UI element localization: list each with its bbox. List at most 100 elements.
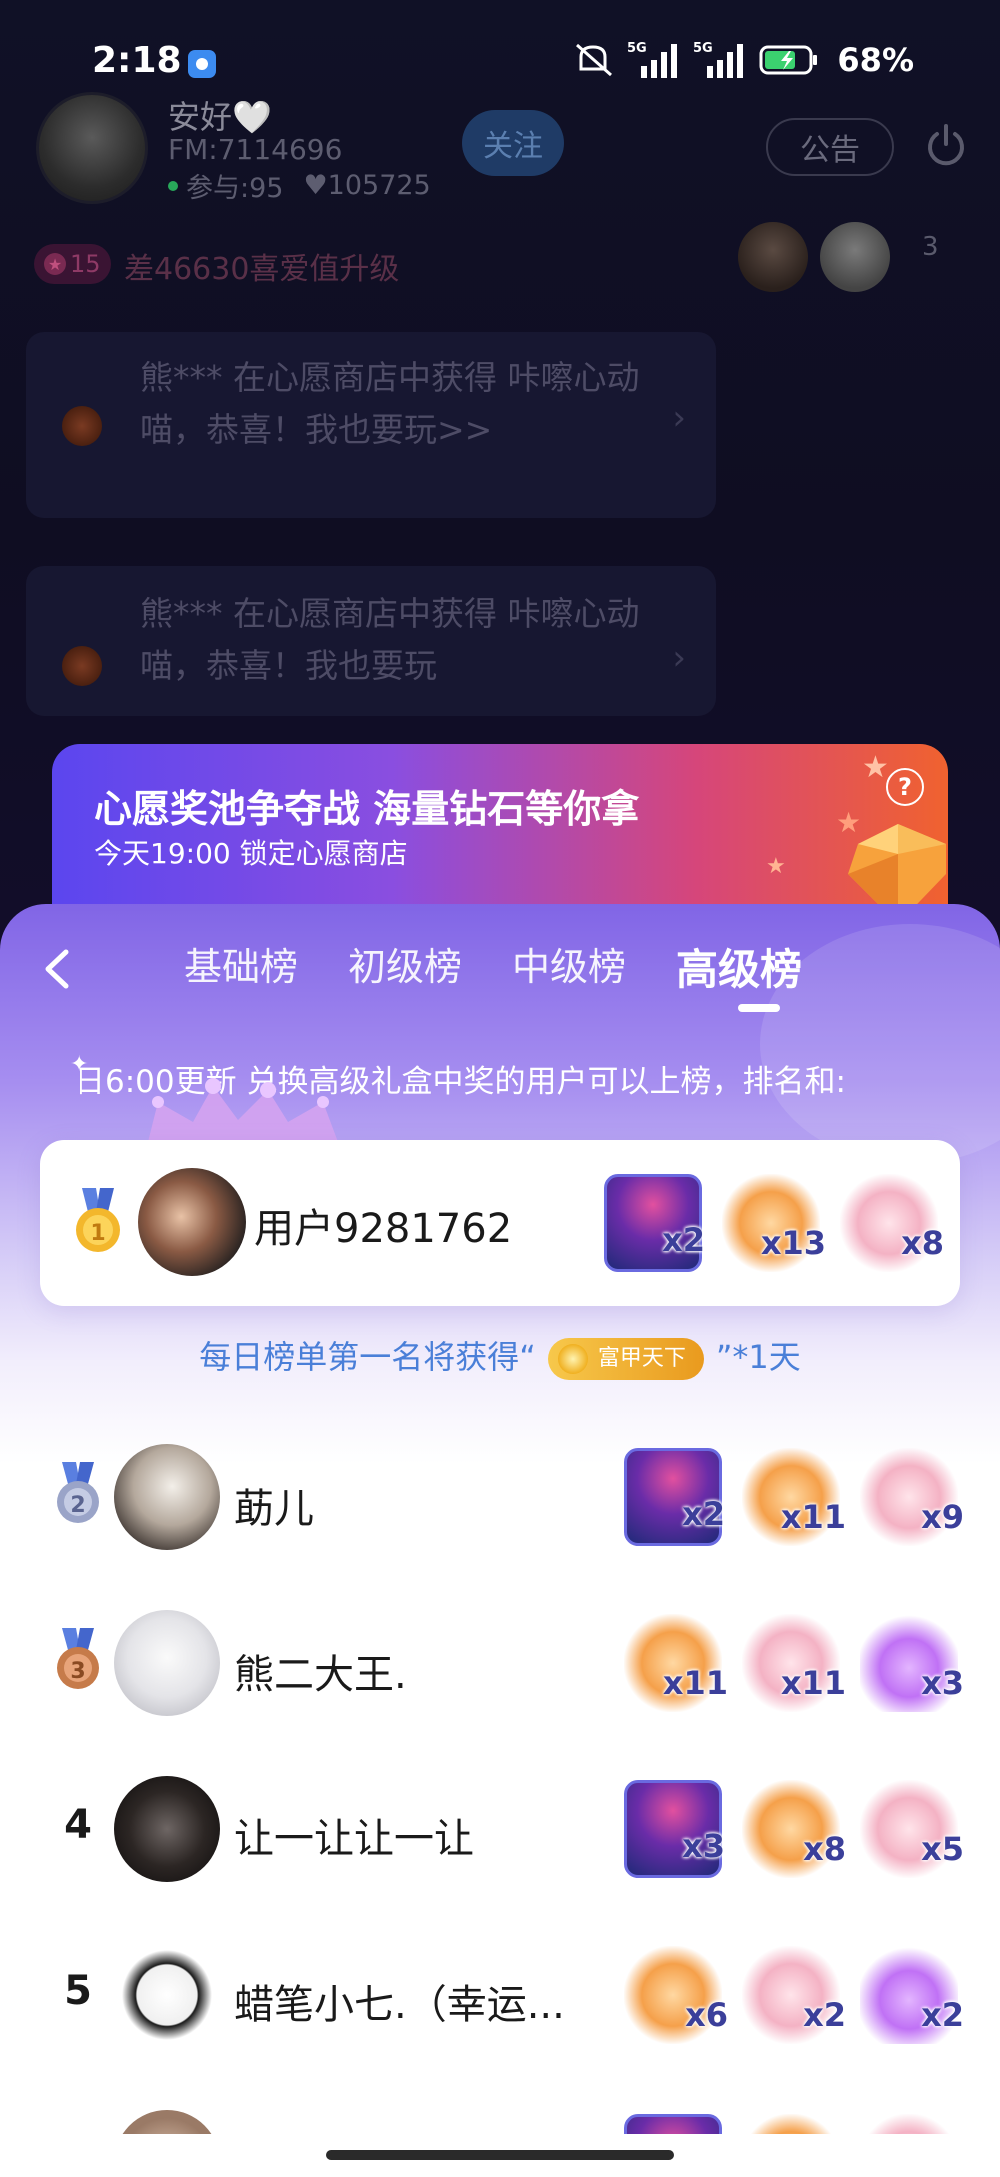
gift-icon <box>62 406 102 446</box>
chat-message-card[interactable]: 熊*** 在心愿商店中获得 咔嚓心动喵，恭喜！我也要玩>> › <box>26 332 716 518</box>
user-name: 让一让让一让 <box>234 1816 474 1862</box>
gift-count: x3 <box>921 1664 964 1702</box>
star-decoration-icon: ★ <box>862 750 889 785</box>
host-name: 安好🤍 <box>168 98 272 136</box>
gift-count: x13 <box>760 1224 826 1262</box>
chevron-right-icon: › <box>672 398 686 438</box>
gift-icon <box>62 646 102 686</box>
rank-number: 1 <box>90 1221 105 1246</box>
gift-count: x9 <box>921 1498 964 1536</box>
host-stats: 参与:95 ♥105725 <box>168 166 431 205</box>
user-avatar[interactable] <box>114 1610 220 1716</box>
home-indicator[interactable] <box>326 2150 674 2160</box>
silver-medal-icon: 2 <box>50 1462 106 1530</box>
host-participants: 参与:95 <box>186 173 284 204</box>
gift-count: x2 <box>921 1996 964 2034</box>
mute-icon <box>575 43 615 77</box>
host-avatar[interactable] <box>36 92 148 204</box>
angel-bear-gift-icon: x11 <box>742 1614 846 1712</box>
notice-button[interactable]: 公告 <box>766 118 894 176</box>
gift-count: x11 <box>780 1664 846 1702</box>
cupid-heart-gift-icon: x3 <box>860 1614 964 1712</box>
app-notification-icon <box>188 50 216 78</box>
angel-bear-gift-icon: x5 <box>860 1780 964 1878</box>
tab-intermediate[interactable]: 中级榜 <box>512 936 626 997</box>
reward-suffix: ”*1天 <box>715 1338 801 1376</box>
level-badge: ★ 15 <box>34 244 111 284</box>
rank-number: 2 <box>70 1493 85 1518</box>
chat-message-text: 熊*** 在心愿商店中获得 咔嚓心动喵，恭喜！我也要玩>> <box>140 358 640 449</box>
gift-count: x6 <box>685 1996 728 2034</box>
user-avatar[interactable] <box>138 1168 246 1276</box>
host-fm-id: FM:7114696 <box>168 133 343 166</box>
user-name: 莇儿 <box>234 1486 314 1532</box>
angel-bear-gift-icon: x2 <box>742 1946 846 2044</box>
leaderboard-sheet: 基础榜 初级榜 中级榜 高级榜 ✦ 日6:00更新 兑换高级礼盒中奖的用户可以上… <box>0 904 1000 2177</box>
reward-prefix: 每日榜单第一名将获得“ <box>199 1338 536 1376</box>
user-avatar[interactable] <box>114 1942 220 2048</box>
rank-number: 5 <box>64 1968 92 2014</box>
banner-subtitle: 今天19:00 锁定心愿商店 <box>94 837 408 870</box>
dj-girl-gift-icon: x2 <box>624 1448 725 1546</box>
gift-count: x5 <box>921 1830 964 1868</box>
help-icon[interactable]: ? <box>886 768 924 806</box>
angel-bear-gift-icon: x8 <box>840 1174 944 1272</box>
user-avatar[interactable] <box>114 1444 220 1550</box>
battery-icon <box>759 43 819 77</box>
camera-cat-gift-icon: x13 <box>722 1174 826 1272</box>
back-arrow-icon[interactable] <box>40 944 74 998</box>
status-time: 2:18 <box>92 40 182 81</box>
wish-pool-banner[interactable]: 心愿奖池争夺战 海量钻石等你拿 今天19:00 锁定心愿商店 ? ★ ★ ★ <box>52 744 948 924</box>
gift-count: x8 <box>901 1224 944 1262</box>
star-decoration-icon: ★ <box>766 854 786 879</box>
gift-count: x11 <box>780 1498 846 1536</box>
camera-cat-gift-icon: x11 <box>742 1448 846 1546</box>
signal-icon-2: 5G <box>693 40 747 80</box>
leaderboard-row-first[interactable]: 1 用户9281762 x2 x13 x8 <box>40 1140 960 1306</box>
dj-girl-gift-icon: x2 <box>604 1174 705 1272</box>
gift-count: x2 <box>682 1495 725 1533</box>
angel-bear-gift-icon: x9 <box>860 1448 964 1546</box>
star-icon: ★ <box>44 253 66 275</box>
camera-cat-gift-icon: x8 <box>742 1780 846 1878</box>
battery-percent: 68% <box>837 41 914 79</box>
daily-reward-text: 每日榜单第一名将获得“ 富甲天下 ”*1天 <box>0 1332 1000 1380</box>
signal-icon: 5G <box>627 40 681 80</box>
status-indicators: 5G 5G 68% <box>575 40 914 80</box>
chat-message-text: 熊*** 在心愿商店中获得 咔嚓心动喵，恭喜！我也要玩 <box>140 594 640 685</box>
gift-count: x2 <box>803 1996 846 2034</box>
audience-avatar[interactable] <box>738 222 808 292</box>
user-name: 蜡笔小七.（幸运... <box>234 1982 565 2028</box>
user-name: 用户9281762 <box>254 1206 513 1252</box>
user-avatar[interactable] <box>114 1776 220 1882</box>
tab-basic[interactable]: 基础榜 <box>184 936 298 997</box>
tab-advanced[interactable]: 高级榜 <box>676 936 802 997</box>
audience-count[interactable]: 3 <box>922 232 939 262</box>
bronze-medal-icon: 3 <box>50 1628 106 1696</box>
cupid-heart-gift-icon: x2 <box>860 1946 964 2044</box>
user-name: 熊二大王. <box>234 1652 407 1698</box>
leaderboard-tabs: 基础榜 初级榜 中级榜 高级榜 <box>160 936 802 997</box>
network-type-2: 5G <box>693 41 713 56</box>
gift-count: x3 <box>682 1827 725 1865</box>
level-number: 15 <box>70 250 101 278</box>
rank-number: 3 <box>70 1659 85 1684</box>
gift-count: x2 <box>662 1221 705 1259</box>
tab-junior[interactable]: 初级榜 <box>348 936 462 997</box>
follow-button[interactable]: 关注 <box>462 110 564 176</box>
reward-badge: 富甲天下 <box>547 1338 704 1380</box>
camera-cat-gift-icon: x6 <box>624 1946 728 2044</box>
gift-count: x11 <box>662 1664 728 1702</box>
dj-girl-gift-icon: x3 <box>624 1780 725 1878</box>
audience-avatar[interactable] <box>820 222 890 292</box>
banner-title: 心愿奖池争夺战 海量钻石等你拿 <box>94 787 640 831</box>
network-type-1: 5G <box>627 41 647 56</box>
power-icon[interactable] <box>922 122 970 174</box>
chat-message-card[interactable]: 熊*** 在心愿商店中获得 咔嚓心动喵，恭喜！我也要玩 › <box>26 566 716 716</box>
rank-number: 4 <box>64 1802 92 1848</box>
gold-medal-icon: 1 <box>70 1188 126 1258</box>
camera-cat-gift-icon: x11 <box>624 1614 728 1712</box>
level-upgrade-text: 差46630喜爱值升级 <box>124 252 400 287</box>
host-likes: ♥105725 <box>303 170 431 201</box>
online-dot-icon <box>168 180 178 191</box>
